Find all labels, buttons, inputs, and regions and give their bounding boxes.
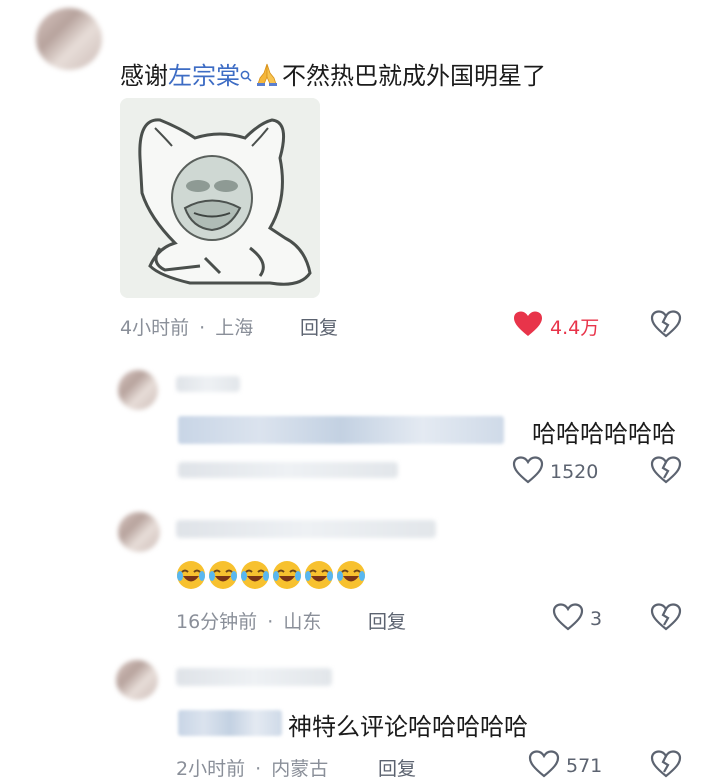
broken-heart-icon — [650, 456, 682, 488]
comment-meta: 4小时前 · 上海 — [120, 313, 253, 340]
comment-location: 山东 — [283, 611, 322, 633]
avatar[interactable] — [36, 8, 102, 70]
dislike-button[interactable] — [650, 456, 682, 488]
heart-icon — [528, 750, 560, 782]
broken-heart-icon — [650, 750, 682, 782]
comment-text-prefix: 感谢 — [120, 62, 168, 90]
like-count: 4.4万 — [550, 316, 600, 339]
mention-link[interactable] — [178, 710, 282, 736]
folded-hands-icon — [254, 61, 280, 93]
avatar[interactable] — [116, 660, 158, 700]
broken-heart-icon — [650, 310, 682, 342]
heart-icon — [512, 456, 544, 488]
username[interactable] — [176, 520, 436, 538]
reply-button[interactable]: 回复 — [378, 754, 416, 781]
avatar[interactable] — [118, 512, 160, 552]
comment-text: 神特么评论哈哈哈哈哈 — [288, 713, 528, 741]
comment-time: 2小时前 — [176, 758, 246, 780]
reply-button[interactable]: 回复 — [300, 313, 338, 340]
heart-icon — [512, 310, 544, 342]
comment-text-suffix: 不然热巴就成外国明星了 — [282, 62, 546, 90]
separator: · — [199, 317, 206, 339]
username[interactable] — [176, 668, 332, 686]
mention-link[interactable] — [178, 416, 504, 444]
like-button[interactable]: 3 — [552, 603, 602, 635]
like-button[interactable]: 571 — [528, 750, 602, 782]
comment-time: 16分钟前 — [176, 611, 258, 633]
reply-button[interactable]: 回复 — [368, 607, 406, 634]
like-button[interactable]: 1520 — [512, 456, 598, 488]
laughing-crying-emoji-icon — [208, 560, 238, 590]
laughing-crying-emoji-icon — [176, 560, 206, 590]
comment-meta: 2小时前 · 内蒙古 — [176, 754, 328, 781]
search-link[interactable]: 左宗棠 — [168, 62, 240, 90]
laughing-crying-emoji-icon — [240, 560, 270, 590]
username[interactable] — [176, 376, 240, 392]
dislike-button[interactable] — [650, 603, 682, 635]
like-count: 1520 — [550, 461, 599, 483]
comment-text: 哈哈哈哈哈哈 — [532, 420, 676, 448]
search-icon[interactable] — [240, 60, 252, 88]
dislike-button[interactable] — [650, 750, 682, 782]
comment-meta: 16分钟前 · 山东 — [176, 607, 321, 634]
comment-location: 上海 — [215, 317, 254, 339]
avatar[interactable] — [118, 370, 158, 410]
laughing-crying-emoji-icon — [336, 560, 366, 590]
separator: · — [267, 611, 274, 633]
laughing-crying-emoji-icon — [272, 560, 302, 590]
like-button[interactable]: 4.4万 — [512, 310, 599, 342]
comment-time: 4小时前 — [120, 317, 190, 339]
comment-location: 内蒙古 — [271, 758, 329, 780]
laughing-crying-emoji-icon — [304, 560, 334, 590]
comment-text: 感谢左宗棠 不然热巴就成外国明星了 — [120, 56, 546, 93]
separator: · — [255, 758, 262, 780]
comment-meta — [178, 462, 398, 478]
dislike-button[interactable] — [650, 310, 682, 342]
broken-heart-icon — [650, 603, 682, 635]
like-count: 3 — [590, 608, 603, 630]
like-count: 571 — [566, 755, 603, 777]
sticker-image[interactable] — [120, 98, 320, 298]
heart-icon — [552, 603, 584, 635]
emoji-row — [176, 560, 368, 590]
